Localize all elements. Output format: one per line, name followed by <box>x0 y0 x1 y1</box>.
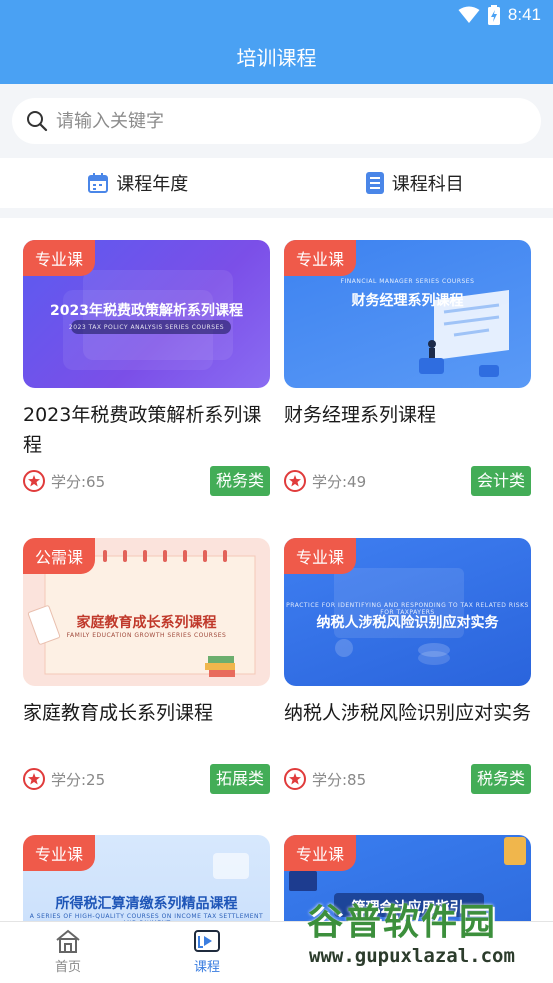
clock: 8:41 <box>507 5 541 24</box>
search-input[interactable] <box>56 110 496 132</box>
star-badge-icon <box>23 470 45 492</box>
watermark: 谷普软件园 www.gupuxlazal.com <box>301 893 551 979</box>
course-card[interactable]: PRACTICE FOR IDENTIFYING AND RESPONDING … <box>284 538 531 796</box>
banner-title: 家庭教育成长系列课程 <box>76 615 217 631</box>
course-title: 财务经理系列课程 <box>284 404 437 426</box>
course-grid: 2023年税费政策解析系列课程 2023 TAX POLICY ANALYSIS… <box>0 218 553 922</box>
app-header: 8:41 培训课程 <box>0 0 553 84</box>
search-section <box>0 84 553 158</box>
calendar-icon <box>88 173 109 193</box>
search-icon <box>27 111 48 132</box>
course-thumbnail: PRACTICE FOR IDENTIFYING AND RESPONDING … <box>284 538 531 686</box>
watermark-title: 谷普软件园 <box>307 902 498 943</box>
course-credit: 学分:25 <box>51 770 106 789</box>
star-badge-icon <box>284 470 306 492</box>
course-type-tag: 专业课 <box>23 240 96 276</box>
course-play-icon <box>194 930 220 952</box>
nav-item-home[interactable]: 首页 <box>33 928 103 975</box>
banner-title: 2023年税费政策解析系列课程 <box>50 303 243 319</box>
home-icon <box>56 929 80 953</box>
course-type-tag: 专业课 <box>284 240 357 276</box>
search-box[interactable] <box>12 98 541 144</box>
course-type-tag: 公需课 <box>23 538 96 574</box>
list-icon <box>365 172 384 194</box>
course-credit: 学分:85 <box>312 770 367 789</box>
banner-subtitle: 2023 TAX POLICY ANALYSIS SERIES COURSES <box>68 324 225 331</box>
course-category-badge: 会计类 <box>470 466 531 496</box>
filter-course-subject-label: 课程科目 <box>391 174 464 195</box>
watermark-url: www.gupuxlazal.com <box>309 945 515 967</box>
course-thumbnail: FINANCIAL MANAGER SERIES COURSES 财务经理系列课… <box>284 240 531 388</box>
star-badge-icon <box>284 768 306 790</box>
filter-course-year[interactable]: 课程年度 <box>0 158 277 208</box>
nav-item-course[interactable]: 课程 <box>172 928 242 975</box>
course-title: 家庭教育成长系列课程 <box>23 702 214 724</box>
star-badge-icon <box>23 768 45 790</box>
course-meta: 学分:49 会计类 <box>284 464 531 498</box>
course-credit: 学分:49 <box>312 472 367 491</box>
status-bar: 8:41 <box>458 4 541 26</box>
page-title: 培训课程 <box>236 46 317 70</box>
banner-title: 纳税人涉税风险识别应对实务 <box>316 615 499 631</box>
filter-course-subject[interactable]: 课程科目 <box>277 158 553 208</box>
nav-item-home-label: 首页 <box>54 960 81 975</box>
course-category-badge: 税务类 <box>209 466 270 496</box>
course-meta: 学分:85 税务类 <box>284 762 531 796</box>
wifi-icon <box>458 6 480 23</box>
course-category-badge: 拓展类 <box>209 764 270 794</box>
course-type-tag: 专业课 <box>284 835 357 871</box>
course-type-tag: 专业课 <box>284 538 357 574</box>
course-title: 纳税人涉税风险识别应对实务 <box>284 702 532 724</box>
course-type-tag: 专业课 <box>23 835 96 871</box>
course-thumbnail: 家庭教育成长系列课程 FAMILY EDUCATION GROWTH SERIE… <box>23 538 270 686</box>
banner-subtitle: FAMILY EDUCATION GROWTH SERIES COURSES <box>66 632 227 639</box>
filter-course-year-label: 课程年度 <box>116 174 189 195</box>
course-card[interactable]: FINANCIAL MANAGER SERIES COURSES 财务经理系列课… <box>284 240 531 498</box>
banner-subtitle: FINANCIAL MANAGER SERIES COURSES <box>340 278 475 285</box>
banner-title: 财务经理系列课程 <box>351 293 464 309</box>
course-card[interactable]: 家庭教育成长系列课程 FAMILY EDUCATION GROWTH SERIE… <box>23 538 270 796</box>
battery-charging-icon <box>487 5 500 25</box>
filter-bar: 课程年度 课程科目 <box>0 158 553 208</box>
course-credit: 学分:65 <box>51 472 106 491</box>
course-category-badge: 税务类 <box>470 764 531 794</box>
course-thumbnail: 所得税汇算清缴系列精品课程 A SERIES OF HIGH-QUALITY C… <box>23 835 270 922</box>
course-card[interactable]: 2023年税费政策解析系列课程 2023 TAX POLICY ANALYSIS… <box>23 240 270 498</box>
nav-item-course-label: 课程 <box>193 960 220 975</box>
course-thumbnail: 2023年税费政策解析系列课程 2023 TAX POLICY ANALYSIS… <box>23 240 270 388</box>
course-title: 2023年税费政策解析系列课程 <box>23 404 262 456</box>
course-meta: 学分:25 拓展类 <box>23 762 270 796</box>
banner-title: 所得税汇算清缴系列精品课程 <box>55 896 238 912</box>
course-meta: 学分:65 税务类 <box>23 464 270 498</box>
course-card[interactable]: 所得税汇算清缴系列精品课程 A SERIES OF HIGH-QUALITY C… <box>23 835 270 922</box>
